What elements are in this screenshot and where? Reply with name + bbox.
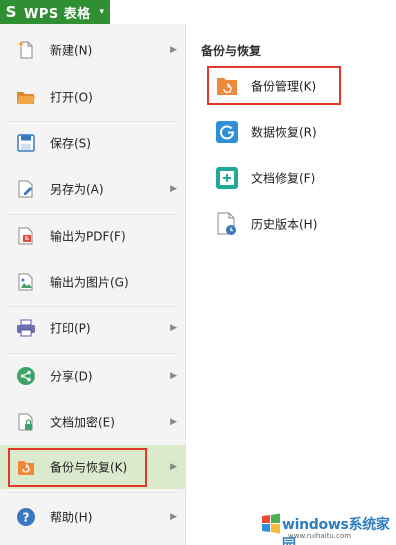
chevron-right-icon: ▶: [170, 512, 177, 522]
submenu-item-label: 历史版本(H): [251, 217, 318, 232]
history-version-icon: [217, 212, 236, 235]
submenu-item-doc-repair[interactable]: 文档修复(F): [187, 158, 396, 198]
highlight-annotation: [207, 66, 341, 105]
chevron-right-icon: ▶: [170, 417, 177, 427]
wps-logo-icon: S: [5, 3, 17, 21]
menu-item-open[interactable]: 打开(O): [0, 75, 186, 119]
data-recovery-icon: [216, 121, 238, 143]
menu-item-label: 保存(S): [50, 136, 91, 151]
save-as-icon: [18, 180, 33, 198]
submenu-item-history-version[interactable]: 历史版本(H): [187, 204, 396, 244]
new-file-icon: [18, 41, 33, 59]
app-title: WPS 表格: [24, 6, 91, 22]
menu-item-label: 分享(D): [50, 369, 93, 384]
menu-separator: [8, 492, 178, 493]
help-icon: ?: [17, 508, 35, 526]
chevron-down-icon: ▾: [99, 7, 104, 17]
menu-item-export-pdf[interactable]: 输出为PDF(F): [0, 214, 186, 258]
menu-item-label: 打开(O): [50, 90, 93, 105]
menu-item-label: 新建(N): [50, 43, 93, 58]
chevron-right-icon: ▶: [170, 371, 177, 381]
menu-item-encrypt[interactable]: 文档加密(E) ▶: [0, 400, 186, 444]
watermark-url: www.ruihaitu.com: [288, 532, 352, 540]
chevron-right-icon: ▶: [170, 462, 177, 472]
menu-item-share[interactable]: 分享(D) ▶: [0, 354, 186, 398]
submenu-title: 备份与恢复: [201, 44, 262, 58]
encrypt-icon: [18, 413, 33, 431]
watermark-text: windows系统家园: [282, 517, 390, 545]
chevron-right-icon: ▶: [170, 323, 177, 333]
submenu-item-label: 文档修复(F): [251, 171, 316, 186]
menu-item-save-as[interactable]: 另存为(A) ▶: [0, 167, 186, 211]
menu-item-label: 帮助(H): [50, 510, 93, 525]
menu-item-help[interactable]: ? 帮助(H) ▶: [0, 495, 186, 539]
menu-item-export-image[interactable]: 输出为图片(G): [0, 260, 186, 304]
share-icon: [17, 367, 35, 385]
doc-repair-icon: [216, 167, 238, 189]
menu-item-print[interactable]: 打印(P) ▶: [0, 306, 186, 350]
open-folder-icon: [17, 92, 35, 104]
windows-logo-icon: [262, 513, 280, 534]
menu-item-new[interactable]: 新建(N) ▶: [0, 28, 186, 72]
submenu-item-label: 数据恢复(R): [251, 125, 317, 140]
chevron-right-icon: ▶: [170, 45, 177, 55]
export-image-icon: [18, 273, 33, 291]
svg-text:?: ?: [23, 511, 30, 525]
submenu-item-data-recovery[interactable]: 数据恢复(R): [187, 112, 396, 152]
watermark: windows系统家园 www.ruihaitu.com: [258, 508, 392, 545]
app-menu-button[interactable]: S WPS 表格 ▾: [0, 0, 110, 24]
menu-item-label: 打印(P): [50, 321, 91, 336]
save-icon: [17, 134, 35, 152]
print-icon: [17, 319, 35, 337]
export-pdf-icon: [18, 227, 33, 245]
menu-item-label: 另存为(A): [50, 182, 104, 197]
highlight-annotation: [8, 448, 147, 487]
chevron-right-icon: ▶: [170, 184, 177, 194]
menu-item-label: 输出为图片(G): [50, 275, 129, 290]
menu-item-label: 输出为PDF(F): [50, 229, 126, 244]
menu-item-label: 文档加密(E): [50, 415, 115, 430]
menu-item-save[interactable]: 保存(S): [0, 121, 186, 165]
